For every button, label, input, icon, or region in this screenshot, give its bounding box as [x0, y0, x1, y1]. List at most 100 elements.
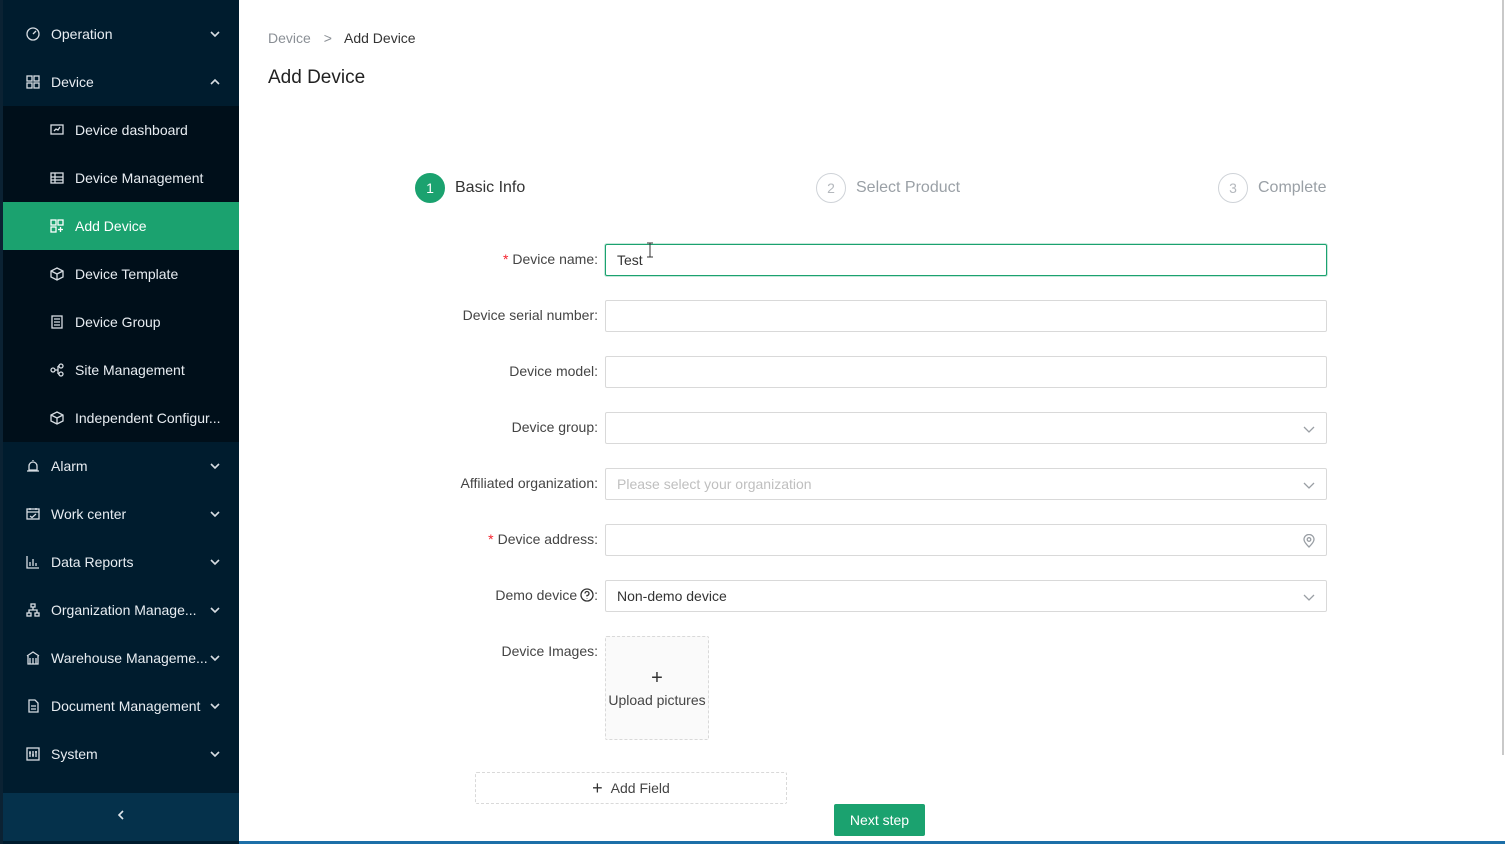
sidebar-item-label: Alarm [51, 458, 88, 474]
sidebar-item-device-dashboard[interactable]: Device dashboard [3, 106, 239, 154]
device-group-select[interactable] [605, 412, 1327, 444]
sidebar-item-label: Device [51, 74, 94, 90]
sidebar-item-add-device[interactable]: Add Device [3, 202, 239, 250]
sidebar-item-label: Warehouse Manageme... [51, 650, 208, 666]
document-icon [25, 698, 41, 714]
sidebar-collapse-button[interactable] [3, 793, 239, 841]
cube-template-icon [49, 266, 65, 282]
list-group-icon [49, 314, 65, 330]
upload-pictures-button[interactable]: + Upload pictures [605, 636, 709, 740]
device-address-label: * Device address: [488, 531, 598, 547]
sidebar-item-label: Data Reports [51, 554, 134, 570]
warehouse-icon [25, 650, 41, 666]
add-field-button[interactable]: + Add Field [475, 772, 787, 804]
sidebar-item-independent-configuration[interactable]: Independent Configur... [3, 394, 239, 442]
sidebar-item-data-reports[interactable]: Data Reports [3, 538, 239, 586]
sidebar-item-label: Organization Manage... [51, 602, 197, 618]
sidebar-item-label: Device Management [75, 170, 204, 186]
breadcrumb-separator: > [323, 30, 332, 46]
device-group-label: Device group: [511, 419, 598, 435]
organization-select[interactable]: Please select your organization [605, 468, 1327, 500]
device-model-input[interactable] [605, 356, 1327, 388]
form-row-device-images: Device Images: [440, 636, 1327, 668]
organization-label: Affiliated organization: [460, 475, 599, 491]
device-address-input[interactable] [605, 524, 1327, 556]
next-step-button[interactable]: Next step [834, 804, 925, 836]
system-settings-icon [25, 746, 41, 762]
chevron-down-icon [209, 603, 221, 615]
form-row-serial-number: Device serial number: [440, 300, 1327, 332]
org-tree-icon [25, 602, 41, 618]
serial-number-label: Device serial number: [462, 307, 598, 323]
breadcrumb: Device > Add Device [268, 30, 416, 46]
dashboard-gauge-icon [25, 26, 41, 42]
step-number: 3 [1218, 173, 1248, 203]
sidebar-item-label: Operation [51, 26, 113, 42]
chevron-up-icon [209, 75, 221, 87]
sidebar-item-device-management[interactable]: Device Management [3, 154, 239, 202]
chevron-down-icon [209, 651, 221, 663]
chevron-down-icon [1302, 422, 1316, 436]
question-circle-icon[interactable] [580, 588, 594, 602]
device-name-value: Test [617, 252, 643, 268]
sidebar-item-site-management[interactable]: Site Management [3, 346, 239, 394]
location-pin-icon[interactable] [1302, 533, 1316, 548]
chevron-down-icon [209, 27, 221, 39]
device-name-label: * Device name: [502, 251, 598, 267]
step-basic-info: 1 Basic Info [415, 172, 525, 204]
text-cursor-icon [647, 242, 653, 258]
sidebar-item-organization-management[interactable]: Organization Manage... [3, 586, 239, 634]
chevron-down-icon [1302, 590, 1316, 604]
chart-board-icon [49, 122, 65, 138]
step-complete: 3 Complete [1218, 172, 1326, 204]
grid-apps-icon [25, 74, 41, 90]
form-row-organization: Affiliated organization: Please select y… [440, 468, 1327, 500]
chevron-down-icon [209, 555, 221, 567]
sidebar-item-device-group[interactable]: Device Group [3, 298, 239, 346]
sidebar-item-label: Site Management [75, 362, 185, 378]
breadcrumb-current: Add Device [344, 30, 416, 46]
bar-chart-icon [25, 554, 41, 570]
sidebar-item-device-template[interactable]: Device Template [3, 250, 239, 298]
sidebar-item-device[interactable]: Device [3, 58, 239, 106]
sidebar-item-label: Work center [51, 506, 127, 522]
sidebar-item-system[interactable]: System [3, 730, 239, 778]
sidebar-item-label: System [51, 746, 98, 762]
sidebar-item-operation[interactable]: Operation [3, 10, 239, 58]
device-model-label: Device model: [509, 363, 598, 379]
chevron-down-icon [209, 699, 221, 711]
breadcrumb-parent-link[interactable]: Device [268, 30, 311, 46]
form-row-demo-device: Demo device: Non-demo device [440, 580, 1327, 612]
device-images-label: Device Images: [501, 643, 598, 659]
organization-placeholder: Please select your organization [617, 476, 812, 492]
form-row-device-group: Device group: [440, 412, 1327, 444]
plus-icon: + [651, 667, 663, 689]
sidebar-item-document-management[interactable]: Document Management [3, 682, 239, 730]
sidebar: Operation Device Device dashboard Device… [0, 0, 239, 844]
grid-add-icon [49, 218, 65, 234]
site-nodes-icon [49, 362, 65, 378]
sidebar-item-label: Add Device [75, 218, 147, 234]
sidebar-item-work-center[interactable]: Work center [3, 490, 239, 538]
sidebar-item-label: Device Group [75, 314, 161, 330]
demo-device-select[interactable]: Non-demo device [605, 580, 1327, 612]
sidebar-item-alarm[interactable]: Alarm [3, 442, 239, 490]
chevron-down-icon [209, 507, 221, 519]
serial-number-input[interactable] [605, 300, 1327, 332]
required-mark: * [502, 251, 509, 267]
step-number: 2 [816, 173, 846, 203]
sidebar-item-warehouse-management[interactable]: Warehouse Manageme... [3, 634, 239, 682]
form-row-device-address: * Device address: [440, 524, 1327, 556]
upload-label: Upload pictures [608, 692, 706, 708]
step-number: 1 [415, 173, 445, 203]
alarm-bell-icon [25, 458, 41, 474]
required-mark: * [488, 531, 494, 547]
scrollbar[interactable] [1502, 0, 1504, 755]
cube-config-icon [49, 410, 65, 426]
device-name-input[interactable]: Test [605, 244, 1327, 276]
chevron-left-icon [115, 808, 127, 826]
plus-icon: + [592, 777, 603, 798]
sidebar-item-label: Independent Configur... [75, 410, 221, 426]
sidebar-item-label: Device dashboard [75, 122, 188, 138]
step-label: Select Product [856, 179, 961, 196]
